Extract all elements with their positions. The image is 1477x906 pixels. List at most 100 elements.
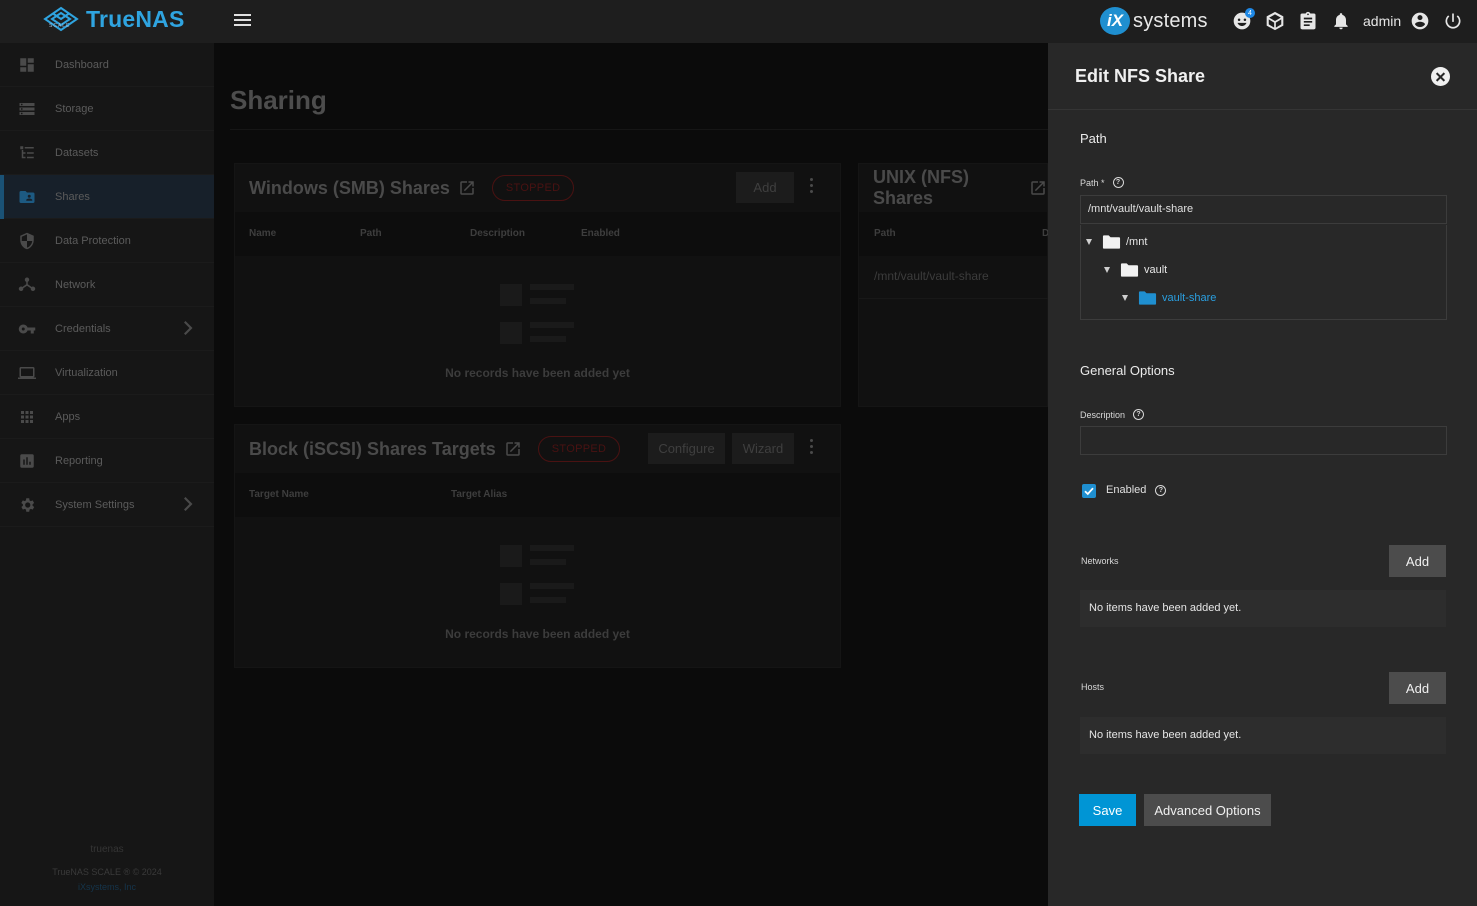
card-header: Windows (SMB) Shares STOPPED Add xyxy=(235,164,840,212)
folder-icon xyxy=(1138,291,1157,305)
check-icon xyxy=(1084,487,1094,496)
expand-arrow-icon[interactable] xyxy=(1086,239,1092,245)
sidebar-footer: truenas TrueNAS SCALE ® © 2024 iXsystems… xyxy=(0,842,214,895)
tree-node-vault[interactable]: vault xyxy=(1104,262,1167,278)
reporting-icon xyxy=(17,451,37,471)
open-in-new-icon[interactable] xyxy=(1029,179,1047,197)
column-header[interactable]: Target Name xyxy=(249,489,309,500)
logo-subtitle: SCALE xyxy=(49,23,71,29)
column-header[interactable]: Description xyxy=(470,228,525,239)
sidebar-item-storage[interactable]: Storage xyxy=(0,87,214,131)
ixsystems-link[interactable]: iXsystems, Inc xyxy=(0,880,214,895)
sidebar-item-data-protection[interactable]: Data Protection xyxy=(0,219,214,263)
chevron-right-icon xyxy=(184,321,194,335)
description-label-text: Description xyxy=(1080,409,1126,420)
folder-icon xyxy=(1120,263,1139,277)
table-header: Path D xyxy=(859,212,1049,256)
more-vert-icon[interactable] xyxy=(810,178,816,198)
sidebar-item-apps[interactable]: Apps xyxy=(0,395,214,439)
key-icon xyxy=(17,319,37,339)
divider xyxy=(230,129,1048,130)
save-button[interactable]: Save xyxy=(1079,794,1136,826)
gear-icon xyxy=(17,495,37,515)
advanced-options-button[interactable]: Advanced Options xyxy=(1144,794,1271,826)
enabled-checkbox[interactable] xyxy=(1082,484,1096,498)
expand-arrow-icon[interactable] xyxy=(1122,295,1128,301)
card-title: UNIX (NFS) Shares xyxy=(873,167,969,208)
ixsystems-text: systems xyxy=(1133,9,1208,32)
card-title: Windows (SMB) Shares xyxy=(249,177,450,198)
help-icon[interactable]: ? xyxy=(1155,484,1167,496)
sidebar-item-reporting[interactable]: Reporting xyxy=(0,439,214,483)
truecommand-icon[interactable] xyxy=(1262,8,1288,34)
column-header[interactable]: Enabled xyxy=(581,228,620,239)
tree-node-vault-share[interactable]: vault-share xyxy=(1122,290,1216,306)
top-bar: TrueNAS SCALE iX systems 4 admin xyxy=(0,0,1477,43)
column-header[interactable]: Path xyxy=(874,228,896,239)
main-content: Sharing Windows (SMB) Shares STOPPED Add… xyxy=(214,43,1049,906)
more-vert-icon[interactable] xyxy=(810,439,816,459)
edit-nfs-share-panel: Edit NFS Share Path Path * ? /mnt/vault/… xyxy=(1048,43,1477,906)
wizard-button[interactable]: Wizard xyxy=(732,433,794,464)
table-row[interactable]: /mnt/vault/vault-share xyxy=(874,269,989,283)
network-icon xyxy=(17,275,37,295)
open-in-new-icon[interactable] xyxy=(504,440,522,458)
sidebar-item-label: Shares xyxy=(55,190,90,203)
description-input[interactable] xyxy=(1080,426,1447,455)
smb-add-button[interactable]: Add xyxy=(736,172,794,203)
expand-arrow-icon[interactable] xyxy=(1104,267,1110,273)
hosts-add-button[interactable]: Add xyxy=(1389,672,1446,704)
empty-text: No records have been added yet xyxy=(445,366,630,380)
close-icon[interactable] xyxy=(1431,67,1450,86)
sidebar: Dashboard Storage Datasets Shares Data P… xyxy=(0,43,214,906)
sidebar-item-label: Reporting xyxy=(55,454,103,467)
tree-node-label: /mnt xyxy=(1126,236,1148,248)
sidebar-item-virtualization[interactable]: Virtualization xyxy=(0,351,214,395)
status-badge[interactable]: STOPPED xyxy=(537,436,621,462)
column-header[interactable]: Name xyxy=(249,228,276,239)
sidebar-item-label: Dashboard xyxy=(55,58,109,71)
laptop-icon xyxy=(17,363,37,383)
account-circle-icon[interactable] xyxy=(1407,8,1433,34)
networks-add-button[interactable]: Add xyxy=(1389,545,1446,577)
jobs-clipboard-icon[interactable] xyxy=(1295,8,1321,34)
sidebar-item-label: Apps xyxy=(55,410,81,423)
feedback-badge: 4 xyxy=(1245,8,1255,18)
chevron-right-icon xyxy=(184,497,194,511)
open-in-new-icon[interactable] xyxy=(458,179,476,197)
ixsystems-logo[interactable]: iX systems xyxy=(1100,7,1208,35)
panel-header: Edit NFS Share xyxy=(1048,43,1477,110)
configure-button[interactable]: Configure xyxy=(648,433,725,464)
smb-shares-card: Windows (SMB) Shares STOPPED Add Name Pa… xyxy=(234,163,841,407)
sidebar-item-system-settings[interactable]: System Settings xyxy=(0,483,214,527)
sidebar-item-credentials[interactable]: Credentials xyxy=(0,307,214,351)
status-badge[interactable]: STOPPED xyxy=(491,175,575,201)
hamburger-menu-icon[interactable] xyxy=(232,11,254,33)
help-icon[interactable]: ? xyxy=(1133,409,1145,420)
path-label: Path * ? xyxy=(1080,177,1124,188)
column-header[interactable]: Path xyxy=(360,228,382,239)
sidebar-item-datasets[interactable]: Datasets xyxy=(0,131,214,175)
iscsi-targets-card: Block (iSCSI) Shares Targets STOPPED Con… xyxy=(234,424,841,668)
sidebar-item-shares[interactable]: Shares xyxy=(0,175,214,219)
sidebar-item-network[interactable]: Network xyxy=(0,263,214,307)
user-name[interactable]: admin xyxy=(1363,13,1401,29)
bell-icon[interactable] xyxy=(1328,8,1354,34)
hostname: truenas xyxy=(90,844,124,855)
card-title: Block (iSCSI) Shares Targets xyxy=(249,438,496,459)
page-title: Sharing xyxy=(230,85,327,115)
description-label: Description ? xyxy=(1080,409,1145,420)
enabled-label-text: Enabled xyxy=(1106,484,1147,496)
hosts-empty-list: No items have been added yet. xyxy=(1080,717,1446,754)
panel-title: Edit NFS Share xyxy=(1075,66,1206,86)
feedback-icon[interactable]: 4 xyxy=(1229,8,1255,34)
apps-icon xyxy=(17,407,37,427)
card-header: UNIX (NFS) Shares xyxy=(859,164,1047,212)
power-icon[interactable] xyxy=(1440,8,1466,34)
tree-node-label: vault-share xyxy=(1162,292,1217,304)
path-input[interactable]: /mnt/vault/vault-share xyxy=(1080,195,1447,224)
column-header[interactable]: Target Alias xyxy=(451,489,507,500)
sidebar-item-dashboard[interactable]: Dashboard xyxy=(0,43,214,87)
tree-node-mnt[interactable]: /mnt xyxy=(1086,234,1147,250)
help-icon[interactable]: ? xyxy=(1112,177,1124,188)
